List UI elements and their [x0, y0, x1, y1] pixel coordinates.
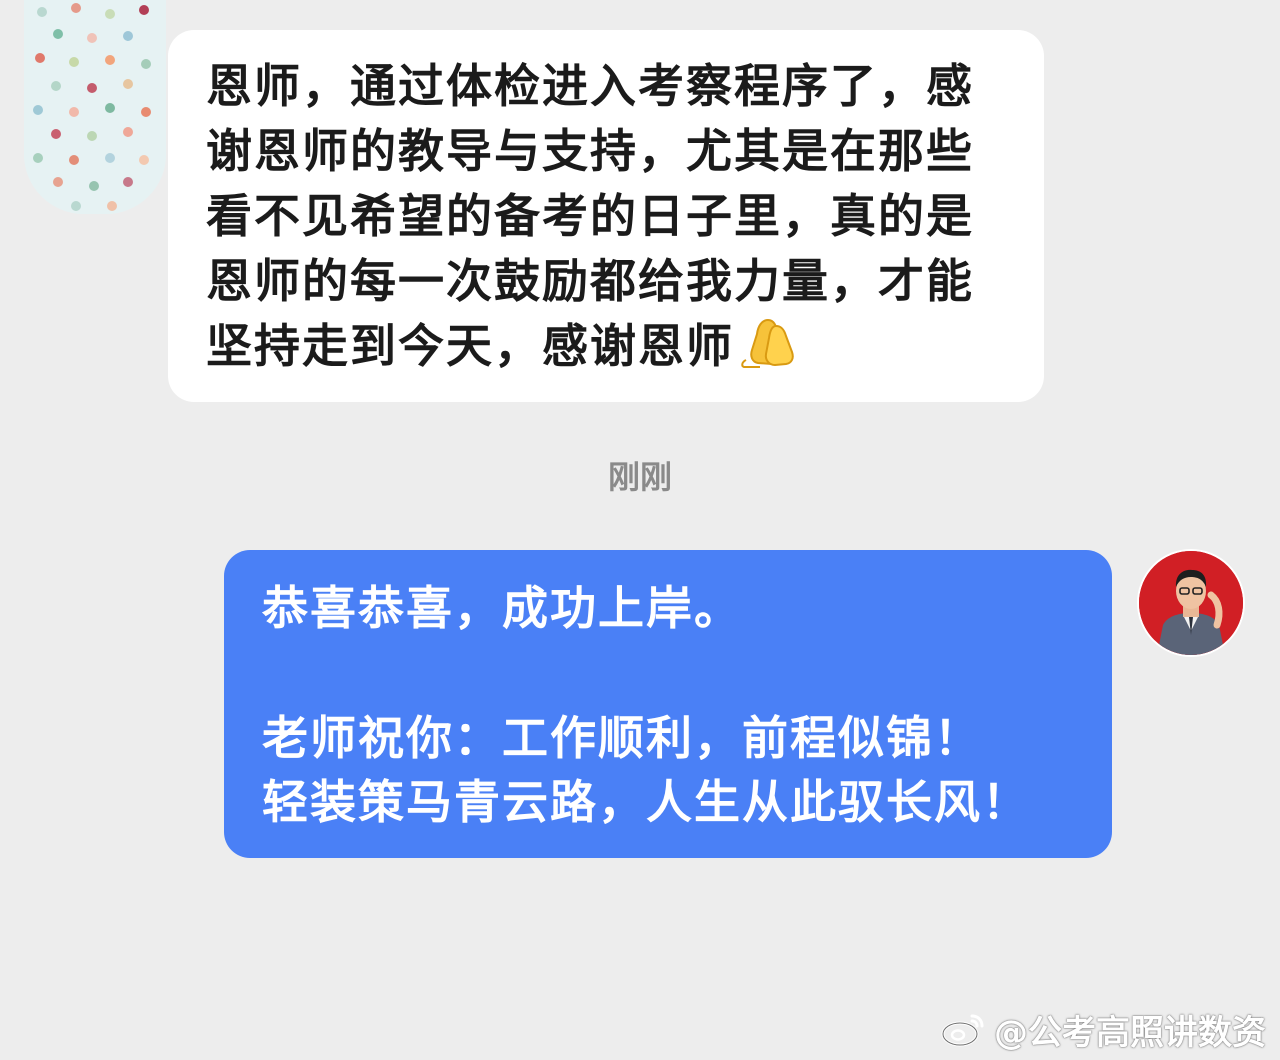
outgoing-message-blank-line [262, 640, 1074, 706]
outgoing-message-line: 老师祝你：工作顺利，前程似锦！ [262, 711, 982, 765]
incoming-message-bubble[interactable]: 恩师，通过体检进入考察程序了，感 谢恩师的教导与支持，尤其是在那些 看不见希望的… [168, 30, 1044, 402]
incoming-message-last-line: 坚持走到今天，感谢恩师 [206, 314, 1006, 379]
teacher-portrait [1139, 551, 1243, 655]
incoming-message-line: 看不见希望的备考的日子里，真的是 [206, 189, 974, 243]
incoming-message-line: 谢恩师的教导与支持，尤其是在那些 [206, 124, 974, 178]
outgoing-message-line: 恭喜恭喜，成功上岸。 [262, 581, 742, 635]
weibo-icon [941, 1014, 984, 1047]
watermark-text: @公考高照讲数资 [994, 1012, 1266, 1053]
message-timestamp: 刚刚 [607, 458, 672, 496]
outgoing-message-line: 轻装策马青云路，人生从此驭长风！ [262, 775, 1030, 829]
incoming-message-line: 恩师，通过体检进入考察程序了，感 [206, 59, 974, 113]
incoming-message-line: 恩师的每一次鼓励都给我力量，才能 [206, 254, 974, 308]
watermark: @公考高照讲数资 [940, 1008, 1266, 1053]
sender-avatar[interactable] [24, 0, 166, 214]
teacher-avatar[interactable] [1137, 549, 1245, 657]
outgoing-message-bubble[interactable]: 恭喜恭喜，成功上岸。 老师祝你：工作顺利，前程似锦！ 轻装策马青云路，人生从此驭… [224, 550, 1112, 858]
incoming-message-line-text: 坚持走到今天，感谢恩师 [206, 319, 734, 373]
polka-dot-pattern [24, 0, 166, 214]
folded-hands-icon [738, 316, 796, 368]
